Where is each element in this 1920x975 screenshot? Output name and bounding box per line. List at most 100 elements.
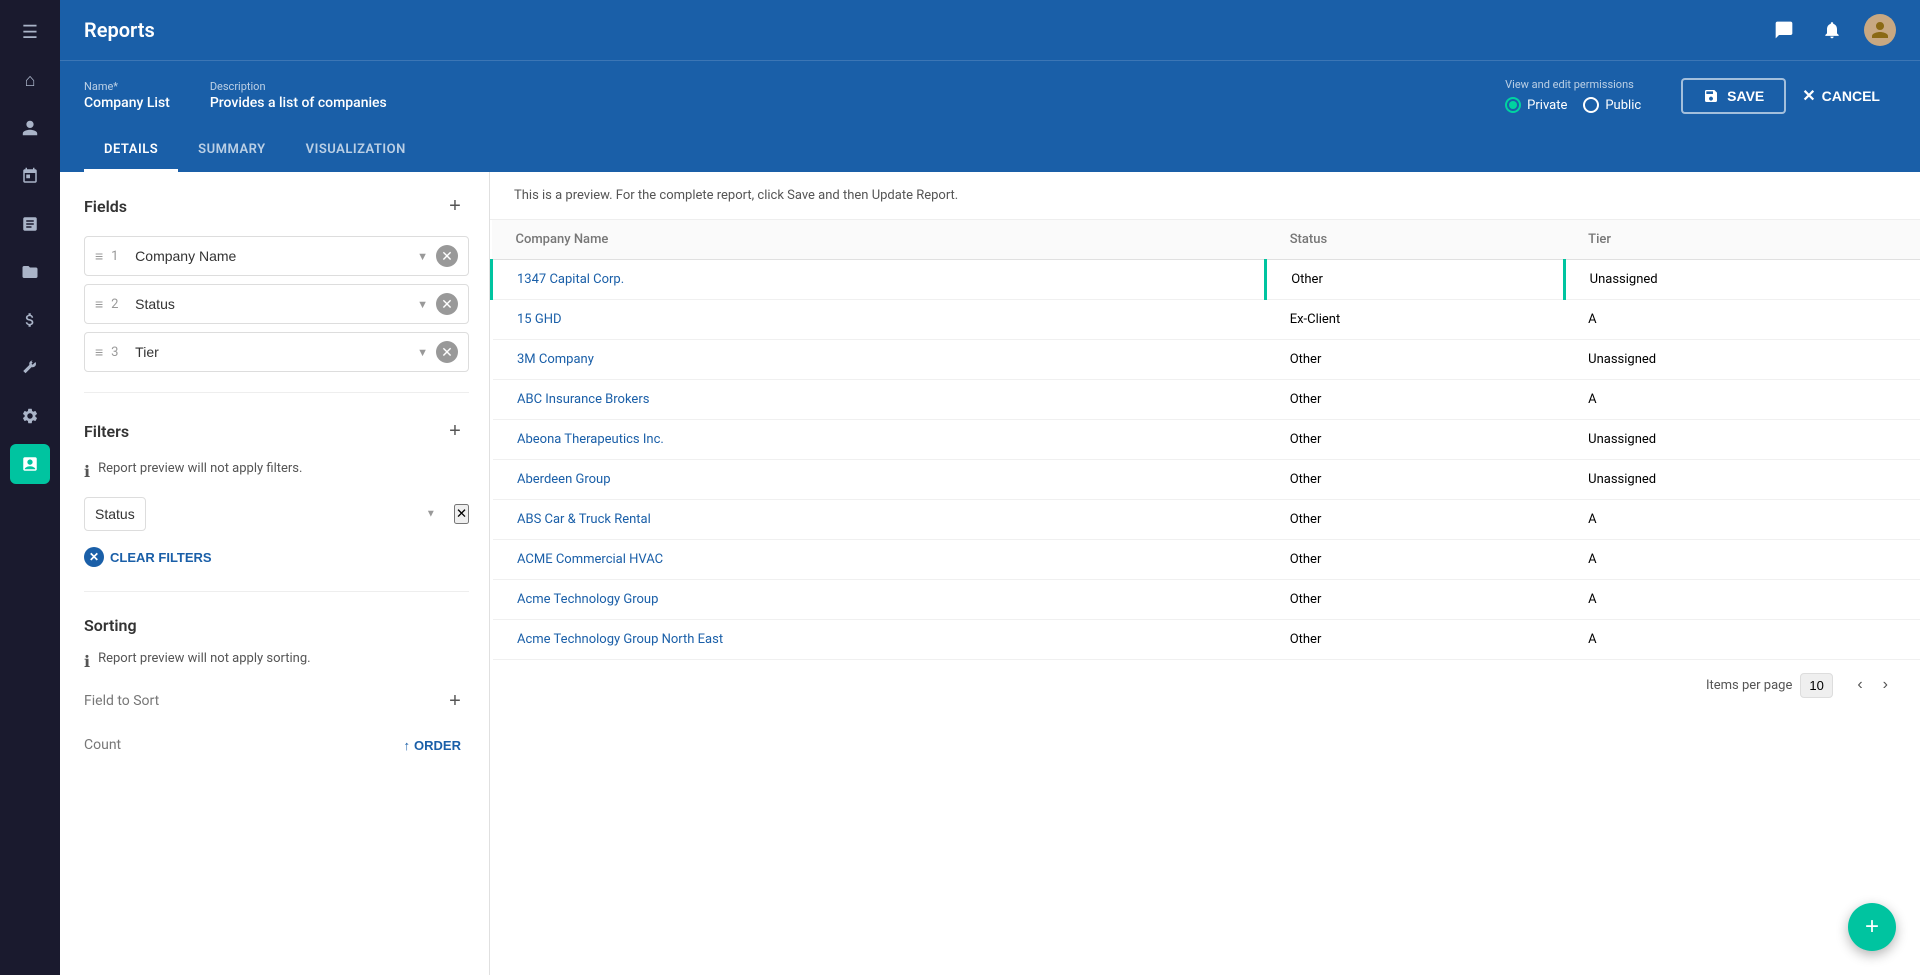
field-row-2: ≡ 2 Status ▼ ✕ bbox=[84, 284, 469, 324]
remove-filter-button[interactable]: ✕ bbox=[454, 504, 469, 524]
filter-select[interactable]: Status bbox=[84, 497, 146, 531]
fields-title: Fields bbox=[84, 197, 127, 216]
prev-page-button[interactable]: ‹ bbox=[1849, 672, 1870, 698]
status-cell: Other bbox=[1266, 620, 1564, 660]
tier-cell: A bbox=[1564, 380, 1920, 420]
chat-icon[interactable] bbox=[1768, 14, 1800, 46]
status-cell: Other bbox=[1266, 340, 1564, 380]
divider-2 bbox=[84, 591, 469, 592]
items-per-page-select[interactable]: 10 25 50 bbox=[1800, 673, 1833, 698]
status-cell: Other bbox=[1266, 460, 1564, 500]
company-name-cell[interactable]: 1347 Capital Corp. bbox=[492, 260, 1266, 300]
tier-cell: Unassigned bbox=[1564, 420, 1920, 460]
drag-icon-1: ≡ bbox=[95, 248, 103, 265]
tier-cell: A bbox=[1564, 300, 1920, 340]
field-select-3[interactable]: Tier bbox=[135, 344, 409, 360]
sorting-info-text: Report preview will not apply sorting. bbox=[98, 651, 310, 666]
nav-tools-icon[interactable] bbox=[10, 348, 50, 388]
cancel-button[interactable]: ✕ CANCEL bbox=[1786, 78, 1896, 114]
field-select-2[interactable]: Status bbox=[135, 296, 409, 312]
remove-field-2-button[interactable]: ✕ bbox=[436, 293, 458, 315]
save-button[interactable]: SAVE bbox=[1681, 78, 1786, 114]
filters-section-header: Filters + bbox=[84, 417, 469, 445]
nav-menu-icon[interactable]: ☰ bbox=[10, 12, 50, 52]
notifications-icon[interactable] bbox=[1816, 14, 1848, 46]
status-cell: Other bbox=[1266, 380, 1564, 420]
add-sort-field-button[interactable]: + bbox=[441, 687, 469, 715]
field-arrow-3: ▼ bbox=[417, 346, 428, 359]
status-cell: Other bbox=[1266, 500, 1564, 540]
name-label: Name* bbox=[84, 80, 170, 93]
table-row: Acme Technology Group North EastOtherA bbox=[492, 620, 1920, 660]
right-panel: This is a preview. For the complete repo… bbox=[490, 172, 1920, 975]
field-select-1[interactable]: Company Name bbox=[135, 248, 409, 264]
company-name-cell[interactable]: 15 GHD bbox=[492, 300, 1266, 340]
clear-filters-button[interactable]: ✕ CLEAR FILTERS bbox=[84, 543, 212, 571]
company-name-cell[interactable]: ABS Car & Truck Rental bbox=[492, 500, 1266, 540]
company-name-cell[interactable]: Abeona Therapeutics Inc. bbox=[492, 420, 1266, 460]
company-name-cell[interactable]: Acme Technology Group North East bbox=[492, 620, 1266, 660]
tier-cell: A bbox=[1564, 500, 1920, 540]
company-name-cell[interactable]: ABC Insurance Brokers bbox=[492, 380, 1266, 420]
clear-filters-label: CLEAR FILTERS bbox=[110, 550, 212, 565]
filters-info-icon: ℹ bbox=[84, 462, 90, 481]
nav-folder-icon[interactable] bbox=[10, 252, 50, 292]
next-page-button[interactable]: › bbox=[1875, 672, 1896, 698]
order-button[interactable]: ↑ ORDER bbox=[396, 731, 469, 759]
user-avatar[interactable] bbox=[1864, 14, 1896, 46]
cancel-label: CANCEL bbox=[1822, 88, 1880, 104]
left-panel: Fields + ≡ 1 Company Name ▼ ✕ ≡ 2 S bbox=[60, 172, 490, 975]
report-name-group: Name* Company List bbox=[84, 80, 170, 111]
nav-settings-icon[interactable] bbox=[10, 396, 50, 436]
tab-visualization[interactable]: VISUALIZATION bbox=[286, 130, 426, 172]
company-name-cell[interactable]: Aberdeen Group bbox=[492, 460, 1266, 500]
nav-reports-icon[interactable] bbox=[10, 444, 50, 484]
app-title: Reports bbox=[84, 18, 155, 42]
private-radio[interactable] bbox=[1505, 97, 1521, 113]
nav-notes-icon[interactable] bbox=[10, 204, 50, 244]
tier-cell: A bbox=[1564, 620, 1920, 660]
public-radio[interactable] bbox=[1583, 97, 1599, 113]
table-row: ACME Commercial HVACOtherA bbox=[492, 540, 1920, 580]
remove-field-3-button[interactable]: ✕ bbox=[436, 341, 458, 363]
preview-notice: This is a preview. For the complete repo… bbox=[490, 172, 1920, 220]
tab-details[interactable]: DETAILS bbox=[84, 130, 178, 172]
report-desc-group: Description Provides a list of companies bbox=[210, 80, 387, 111]
filters-info-banner: ℹ Report preview will not apply filters. bbox=[84, 461, 469, 481]
nav-contacts-icon[interactable] bbox=[10, 108, 50, 148]
status-cell: Other bbox=[1266, 420, 1564, 460]
col-header-status: Status bbox=[1266, 220, 1564, 260]
filter-select-wrapper: Status bbox=[84, 497, 446, 531]
nav-billing-icon[interactable] bbox=[10, 300, 50, 340]
field-to-sort-header: Field to Sort + bbox=[84, 687, 469, 715]
nav-calendar-icon[interactable] bbox=[10, 156, 50, 196]
items-per-page-group: Items per page 10 25 50 bbox=[1706, 673, 1833, 698]
tabs-bar: DETAILS SUMMARY VISUALIZATION bbox=[60, 130, 1920, 172]
add-fields-button[interactable]: + bbox=[441, 192, 469, 220]
permissions-group: View and edit permissions Private Public bbox=[1505, 78, 1641, 113]
public-option[interactable]: Public bbox=[1583, 97, 1641, 113]
tier-cell: Unassigned bbox=[1564, 340, 1920, 380]
remove-field-1-button[interactable]: ✕ bbox=[436, 245, 458, 267]
nav-home-icon[interactable]: ⌂ bbox=[10, 60, 50, 100]
field-num-3: 3 bbox=[111, 345, 127, 360]
company-name-cell[interactable]: 3M Company bbox=[492, 340, 1266, 380]
body-area: Fields + ≡ 1 Company Name ▼ ✕ ≡ 2 S bbox=[60, 172, 1920, 975]
tab-summary[interactable]: SUMMARY bbox=[178, 130, 285, 172]
filters-info-text: Report preview will not apply filters. bbox=[98, 461, 302, 476]
company-name-cell[interactable]: ACME Commercial HVAC bbox=[492, 540, 1266, 580]
sorting-section-header: Sorting bbox=[84, 616, 469, 635]
table-row: 15 GHDEx-ClientA bbox=[492, 300, 1920, 340]
private-option[interactable]: Private bbox=[1505, 97, 1567, 113]
add-filters-button[interactable]: + bbox=[441, 417, 469, 445]
sub-header: Name* Company List Description Provides … bbox=[60, 60, 1920, 130]
field-num-2: 2 bbox=[111, 297, 127, 312]
count-label: Count bbox=[84, 737, 121, 753]
fab-add-button[interactable]: + bbox=[1848, 903, 1896, 951]
table-row: Aberdeen GroupOtherUnassigned bbox=[492, 460, 1920, 500]
company-name-cell[interactable]: Acme Technology Group bbox=[492, 580, 1266, 620]
save-label: SAVE bbox=[1727, 88, 1764, 104]
field-arrow-2: ▼ bbox=[417, 298, 428, 311]
report-desc-value: Provides a list of companies bbox=[210, 95, 387, 111]
count-order-row: Count ↑ ORDER bbox=[84, 731, 469, 759]
